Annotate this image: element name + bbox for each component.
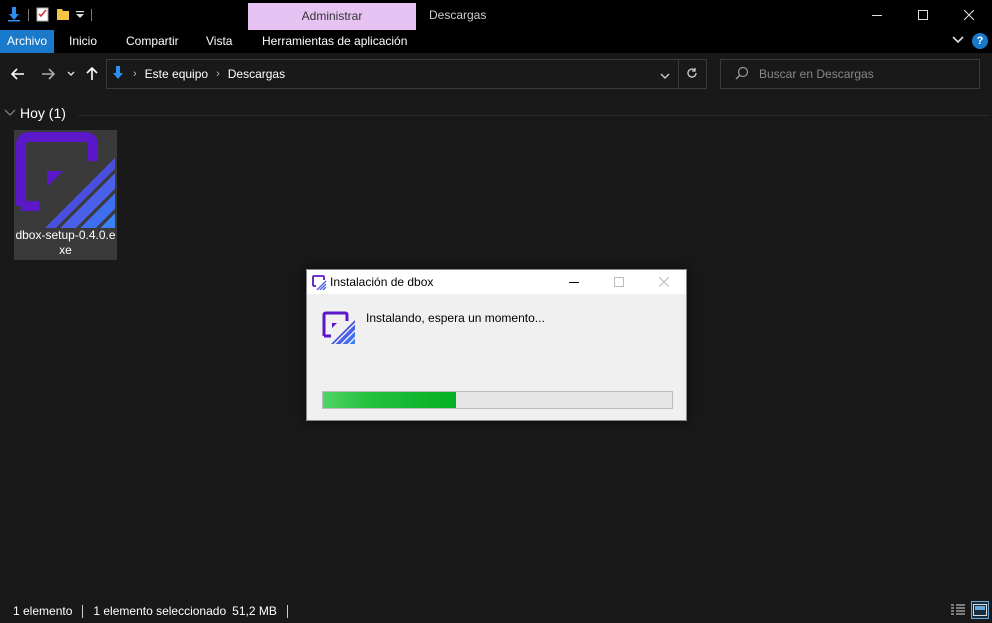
view-switcher [949,601,989,619]
progress-fill [323,392,456,408]
address-bar[interactable]: › Este equipo › Descargas [106,59,707,89]
customize-qat-icon[interactable] [75,6,85,25]
title-bar: Administrar Descargas [0,0,992,30]
search-icon [735,66,749,83]
up-button[interactable] [82,53,102,95]
navigation-bar: › Este equipo › Descargas Buscar en Desc… [0,53,992,95]
tab-archivo[interactable]: Archivo [0,30,54,53]
close-icon [964,10,974,20]
window-title: Descargas [429,8,487,22]
qat-separator [28,9,29,21]
quick-access-toolbar [6,5,94,25]
back-arrow-icon [11,68,24,80]
minimize-icon [872,15,882,16]
status-bar: 1 elemento 1 elemento seleccionado 51,2 … [0,599,992,623]
progress-bar [322,391,673,409]
forward-arrow-icon [42,68,55,80]
tab-vista[interactable]: Vista [206,30,232,53]
installer-dialog: Instalación de dbox Instalando, espera u… [306,269,687,421]
dialog-minimize-button[interactable] [551,270,596,294]
minimize-button[interactable] [854,0,900,30]
breadcrumb-chevron-icon[interactable]: › [216,68,220,80]
dialog-message: Instalando, espera un momento... [366,311,545,325]
dialog-title: Instalación de dbox [330,275,434,289]
qat-separator [91,9,92,21]
dialog-title-bar: Instalación de dbox [307,270,686,294]
dbox-app-icon [16,132,115,228]
dialog-close-button[interactable] [641,270,686,294]
minimize-icon [568,282,579,283]
new-folder-icon[interactable] [55,6,71,25]
tab-administrar[interactable]: Administrar [248,3,416,30]
close-button[interactable] [946,0,992,30]
group-divider [78,115,988,116]
details-view-icon[interactable] [949,601,967,619]
address-divider [678,60,679,88]
help-icon[interactable]: ? [972,33,988,49]
refresh-icon[interactable] [686,67,698,82]
recent-locations-button[interactable] [64,53,78,95]
dbox-installer-icon [322,311,355,344]
item-count: 1 elemento [13,604,73,618]
up-arrow-icon [86,67,98,80]
search-box[interactable]: Buscar en Descargas [720,59,980,89]
breadcrumb-descargas[interactable]: Descargas [228,67,285,81]
search-input[interactable]: Buscar en Descargas [759,67,874,81]
maximize-icon [613,277,624,287]
dialog-maximize-button[interactable] [596,270,641,294]
group-header-hoy[interactable]: Hoy (1) [4,105,66,121]
maximize-button[interactable] [900,0,946,30]
chevron-down-icon [67,71,75,76]
selection-size: 51,2 MB [232,604,277,618]
large-icons-view-icon[interactable] [971,601,989,619]
tab-inicio[interactable]: Inicio [69,30,97,53]
downloads-folder-icon [111,65,125,84]
breadcrumb-chevron-icon[interactable]: › [133,68,137,80]
dbox-small-icon [312,275,327,290]
breadcrumb-este-equipo[interactable]: Este equipo [145,67,208,81]
chevron-down-icon [4,109,16,116]
forward-button[interactable] [36,53,60,95]
status-separator [82,604,84,618]
file-name: dbox-setup-0.4.0.exe [15,228,116,257]
properties-icon[interactable] [35,6,51,25]
close-icon [658,277,669,287]
selection-info: 1 elemento seleccionado [93,604,227,618]
maximize-icon [918,10,928,20]
ribbon-right-controls: ? [952,33,988,49]
file-item-dbox-setup[interactable]: dbox-setup-0.4.0.exe [14,130,117,260]
ribbon-tabs: Archivo Inicio Compartir Vista Herramien… [0,30,992,53]
group-label: Hoy (1) [20,105,66,121]
tab-herramientas[interactable]: Herramientas de aplicación [262,30,407,53]
tab-compartir[interactable]: Compartir [126,30,179,53]
status-separator [286,604,288,618]
address-dropdown-icon[interactable] [660,69,670,83]
expand-ribbon-icon[interactable] [952,34,964,48]
download-arrow-icon[interactable] [6,6,22,25]
back-button[interactable] [6,53,30,95]
